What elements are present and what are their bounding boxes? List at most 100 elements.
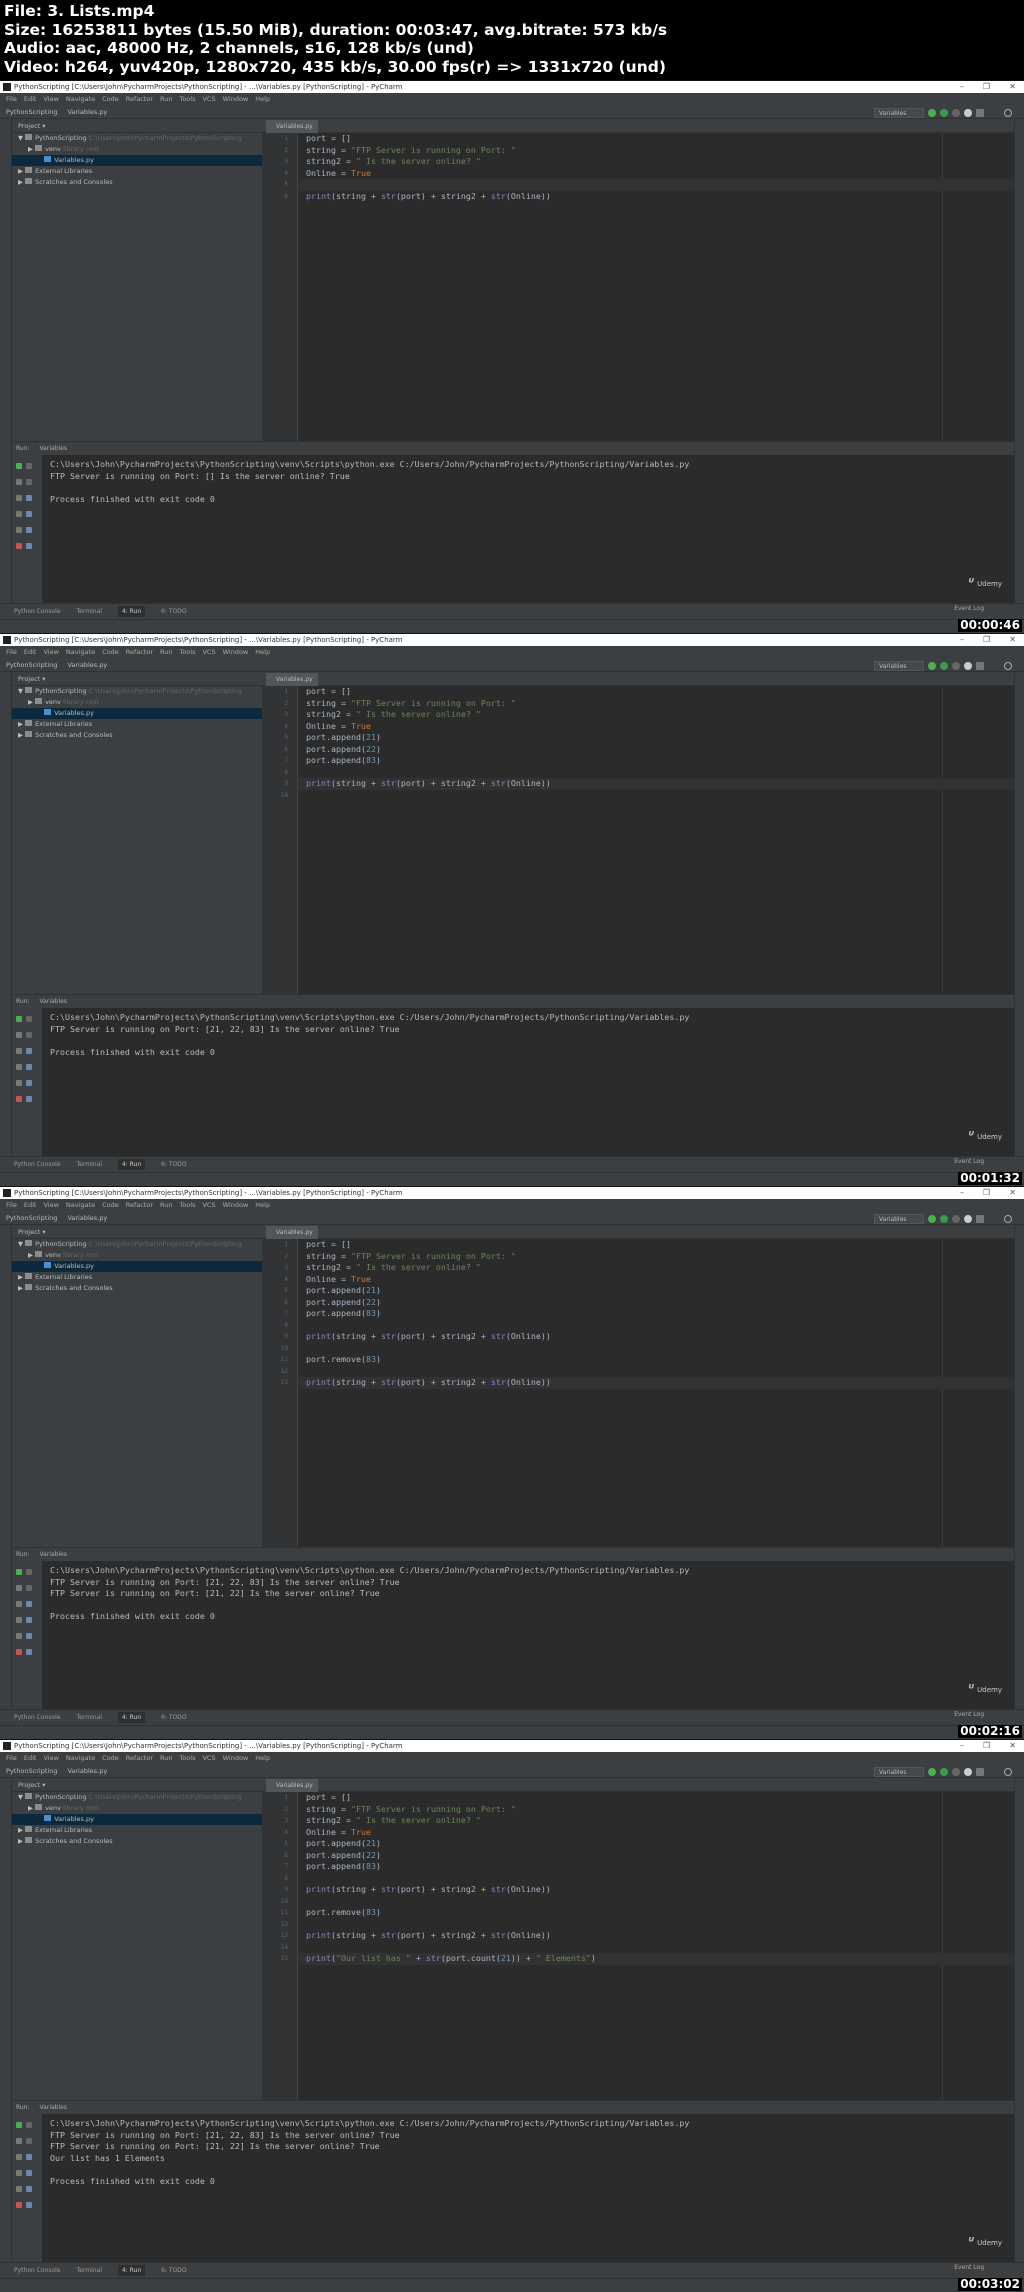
maximize-button[interactable]: ❐ [983,1187,990,1199]
code-line[interactable]: 9 print(string + str(port) + string2 + st… [284,1884,1014,1896]
run-console[interactable]: C:\Users\John\PycharmProjects\PythonScri… [42,1008,1014,1156]
code-line[interactable]: 4 Online = True [284,721,1014,733]
project-panel-header[interactable]: Project ▾ [12,1225,262,1239]
coverage-icon[interactable] [952,1215,960,1223]
tool-window--run[interactable]: 4: Run [117,2265,146,2276]
tree-item[interactable]: ▼ PythonScripting C:\Users\John\PycharmP… [12,1239,262,1250]
profile-icon[interactable] [964,662,972,670]
expand-arrow-icon[interactable]: ▶ [18,1837,23,1845]
run-console[interactable]: C:\Users\John\PycharmProjects\PythonScri… [42,1561,1014,1709]
close-icon[interactable] [16,543,22,549]
menu-view[interactable]: View [43,1201,58,1209]
search-icon[interactable] [1004,662,1012,670]
layout-icon[interactable] [16,2170,22,2176]
tab-variables-py[interactable]: Variables.py [266,673,318,686]
code-line[interactable]: 7 port.append(83) [284,1308,1014,1320]
menu-code[interactable]: Code [102,1201,119,1209]
run-tab[interactable]: Variables [40,1551,67,1558]
layout-icon[interactable] [16,1617,22,1623]
code-line[interactable]: 3 string2 = " Is the server online? " [284,156,1014,168]
code-line[interactable]: 3 string2 = " Is the server online? " [284,709,1014,721]
breadcrumb-project[interactable]: PythonScripting [6,1214,57,1222]
minimize-button[interactable]: – [960,1187,964,1199]
coverage-icon[interactable] [952,1768,960,1776]
breadcrumb-project[interactable]: PythonScripting [6,661,57,669]
print-icon[interactable] [26,1064,32,1070]
tree-item[interactable]: Variables.py [12,155,262,166]
tree-item[interactable]: ▶ External Libraries [12,719,262,730]
code-line[interactable]: 13 print(string + str(port) + string2 + s… [281,1930,1014,1942]
expand-arrow-icon[interactable]: ▶ [28,1251,33,1259]
menu-edit[interactable]: Edit [24,1201,37,1209]
project-panel-header[interactable]: Project ▾ [12,672,262,686]
code-line[interactable]: 4 Online = True [284,1274,1014,1286]
maximize-button[interactable]: ❐ [983,634,990,646]
menu-edit[interactable]: Edit [24,1754,37,1762]
tree-item[interactable]: ▶ Scratches and Consoles [12,1836,262,1847]
coverage-icon[interactable] [952,662,960,670]
code-line[interactable]: 7 port.append(83) [284,1861,1014,1873]
close-window-button[interactable]: ✕ [1009,1740,1016,1752]
pause-icon[interactable] [16,495,22,501]
pause-icon[interactable] [16,2154,22,2160]
debug-icon[interactable] [940,1215,948,1223]
menu-window[interactable]: Window [223,648,249,656]
tool-window-python-console[interactable]: Python Console [14,608,61,615]
breadcrumb-project[interactable]: PythonScripting [6,1767,57,1775]
expand-arrow-icon[interactable]: ▶ [28,145,33,153]
code-content[interactable]: 1 port = [] 2 string = "FTP Server is runni… [281,1239,1014,1389]
code-line[interactable]: 5 port.append(21) [284,732,1014,744]
stop-icon[interactable] [16,1585,22,1591]
expand-arrow-icon[interactable]: ▶ [18,1826,23,1834]
project-panel-header[interactable]: Project ▾ [12,119,262,133]
code-line[interactable]: 1 port = [] [284,133,1014,145]
run-tab[interactable]: Variables [40,998,67,1005]
tree-item[interactable]: ▶ venv library root [12,144,262,155]
stop-icon[interactable] [16,2138,22,2144]
menu-tools[interactable]: Tools [179,1201,195,1209]
menu-vcs[interactable]: VCS [202,1754,215,1762]
tree-item[interactable]: ▶ venv library root [12,1803,262,1814]
menu-vcs[interactable]: VCS [202,1201,215,1209]
print-icon[interactable] [26,511,32,517]
stop-icon[interactable] [16,479,22,485]
tool-window--todo[interactable]: 6: TODO [161,2267,186,2274]
tab-variables-py[interactable]: Variables.py [266,1779,318,1792]
code-editor[interactable]: 1 port = [] 2 string = "FTP Server is runni… [262,686,1014,994]
run-tab[interactable]: Variables [40,2104,67,2111]
maximize-button[interactable]: ❐ [983,1740,990,1752]
code-line[interactable]: 6 port.append(22) [284,744,1014,756]
menu-code[interactable]: Code [102,648,119,656]
code-line[interactable]: 8 [284,1320,1014,1332]
settings-icon[interactable] [26,1633,32,1639]
structure-icon[interactable] [976,1215,984,1223]
breadcrumb-file[interactable]: Variables.py [67,1767,107,1775]
code-line[interactable]: 12 [281,1366,1014,1378]
tree-item[interactable]: Variables.py [12,708,262,719]
project-panel-header[interactable]: Project ▾ [12,1778,262,1792]
menu-code[interactable]: Code [102,95,119,103]
minimize-button[interactable]: – [960,81,964,93]
run-console[interactable]: C:\Users\John\PycharmProjects\PythonScri… [42,2114,1014,2262]
settings-icon[interactable] [26,2186,32,2192]
search-icon[interactable] [1004,1215,1012,1223]
search-icon[interactable] [1004,1768,1012,1776]
tool-window-python-console[interactable]: Python Console [14,2267,61,2274]
pin-icon[interactable] [16,1633,22,1639]
code-line[interactable]: 11 port.remove(83) [281,1907,1014,1919]
tool-window-terminal[interactable]: Terminal [77,608,102,615]
tool-window-terminal[interactable]: Terminal [77,1714,102,1721]
layout-icon[interactable] [16,511,22,517]
expand-arrow-icon[interactable]: ▶ [18,731,23,739]
expand-arrow-icon[interactable]: ▼ [18,687,23,695]
code-line[interactable]: 2 string = "FTP Server is running on Port… [284,145,1014,157]
code-line[interactable]: 3 string2 = " Is the server online? " [284,1262,1014,1274]
code-line[interactable]: 4 Online = True [284,1827,1014,1839]
structure-icon[interactable] [976,1768,984,1776]
tool-window--run[interactable]: 4: Run [117,1712,146,1723]
run-icon[interactable] [928,109,936,117]
code-line[interactable]: 10 [281,1343,1014,1355]
pin-icon[interactable] [16,2186,22,2192]
code-line[interactable]: 15 print("Our list has " + str(port.count… [281,1953,1014,1965]
code-line[interactable]: 5 port.append(21) [284,1838,1014,1850]
